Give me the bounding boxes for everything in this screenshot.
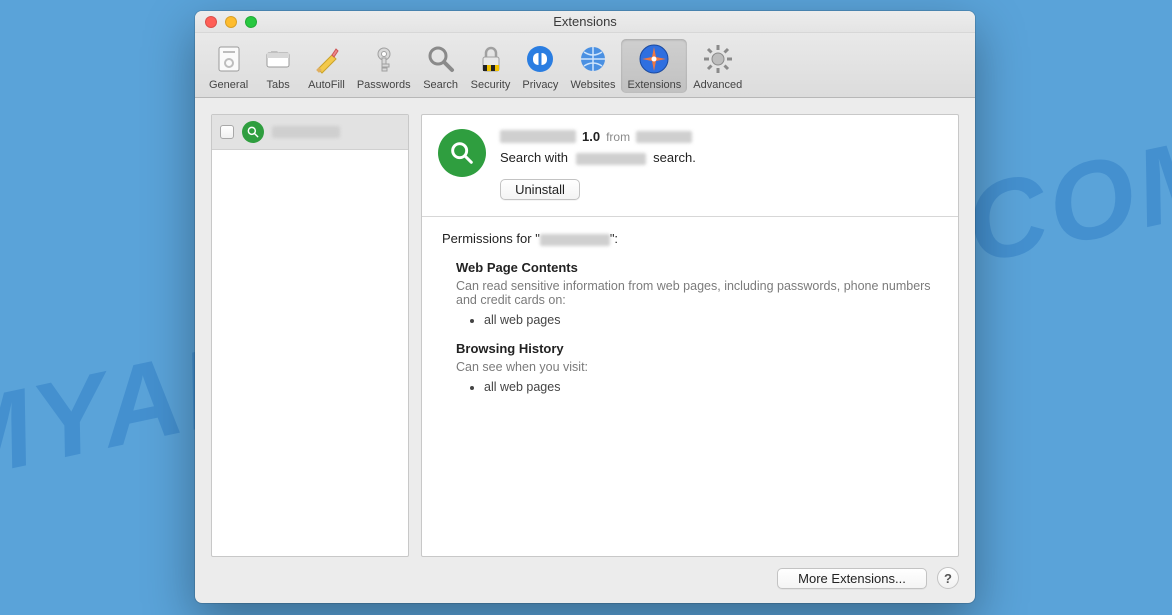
permissions-title: Permissions for "": xyxy=(442,231,938,246)
extension-title-line: 1.0 from xyxy=(500,129,942,144)
general-icon xyxy=(211,41,247,77)
tab-search[interactable]: Search xyxy=(417,39,465,93)
tab-advanced[interactable]: Advanced xyxy=(687,39,748,93)
more-extensions-button[interactable]: More Extensions... xyxy=(777,568,927,589)
tab-general[interactable]: General xyxy=(203,39,254,93)
tab-label: Passwords xyxy=(357,79,411,91)
tab-label: Tabs xyxy=(267,79,290,91)
tab-security[interactable]: Security xyxy=(465,39,517,93)
permissions-name-redacted xyxy=(540,234,610,246)
close-button[interactable] xyxy=(205,16,217,28)
tab-privacy[interactable]: Privacy xyxy=(516,39,564,93)
tab-websites[interactable]: Websites xyxy=(564,39,621,93)
permission-desc: Can see when you visit: xyxy=(456,360,938,374)
permissions-section: Permissions for "": Web Page Contents Ca… xyxy=(422,217,958,422)
tab-autofill[interactable]: AutoFill xyxy=(302,39,351,93)
permission-desc: Can read sensitive information from web … xyxy=(456,279,938,307)
traffic-lights xyxy=(205,16,257,28)
tab-label: Advanced xyxy=(693,79,742,91)
extension-item-icon xyxy=(242,121,264,143)
permission-heading: Web Page Contents xyxy=(456,260,938,275)
extension-header: 1.0 from Search with search. Uninstall xyxy=(422,115,958,216)
window-footer: More Extensions... ? xyxy=(195,557,975,603)
search-icon xyxy=(423,41,459,77)
tab-label: Search xyxy=(423,79,458,91)
preferences-toolbar: General Tabs AutoFill Passwords xyxy=(195,33,975,98)
tabs-icon xyxy=(260,41,296,77)
tab-extensions[interactable]: Extensions xyxy=(621,39,687,93)
extension-version: 1.0 xyxy=(582,129,600,144)
tab-passwords[interactable]: Passwords xyxy=(351,39,417,93)
extensions-icon xyxy=(636,41,672,77)
from-label: from xyxy=(606,130,630,144)
permission-group-webcontents: Web Page Contents Can read sensitive inf… xyxy=(456,260,938,327)
tab-label: Security xyxy=(471,79,511,91)
extension-desc-name-redacted xyxy=(576,153,646,165)
window-title: Extensions xyxy=(553,14,617,29)
extension-enable-checkbox[interactable] xyxy=(220,125,234,139)
extension-author-redacted xyxy=(636,131,692,143)
zoom-button[interactable] xyxy=(245,16,257,28)
autofill-icon xyxy=(308,41,344,77)
minimize-button[interactable] xyxy=(225,16,237,28)
extensions-sidebar xyxy=(211,114,409,557)
uninstall-button[interactable]: Uninstall xyxy=(500,179,580,200)
extension-description: Search with search. xyxy=(500,150,942,165)
extension-name-redacted xyxy=(272,126,340,138)
security-icon xyxy=(473,41,509,77)
websites-icon xyxy=(575,41,611,77)
tab-label: Websites xyxy=(570,79,615,91)
content-area: 1.0 from Search with search. Uninstall P… xyxy=(195,98,975,557)
extension-detail-pane: 1.0 from Search with search. Uninstall P… xyxy=(421,114,959,557)
preferences-window: Extensions General Tabs AutoFill xyxy=(195,11,975,603)
extension-list-item[interactable] xyxy=(212,115,408,150)
tab-label: Privacy xyxy=(522,79,558,91)
passwords-icon xyxy=(366,41,402,77)
tab-label: AutoFill xyxy=(308,79,345,91)
window-titlebar[interactable]: Extensions xyxy=(195,11,975,33)
permission-item: all web pages xyxy=(484,313,938,327)
extension-name-redacted xyxy=(500,130,576,143)
permission-group-history: Browsing History Can see when you visit:… xyxy=(456,341,938,394)
extension-icon xyxy=(438,129,486,177)
tab-label: General xyxy=(209,79,248,91)
permission-heading: Browsing History xyxy=(456,341,938,356)
tab-label: Extensions xyxy=(627,79,681,91)
help-button[interactable]: ? xyxy=(937,567,959,589)
tab-tabs[interactable]: Tabs xyxy=(254,39,302,93)
privacy-icon xyxy=(522,41,558,77)
advanced-icon xyxy=(700,41,736,77)
permission-item: all web pages xyxy=(484,380,938,394)
